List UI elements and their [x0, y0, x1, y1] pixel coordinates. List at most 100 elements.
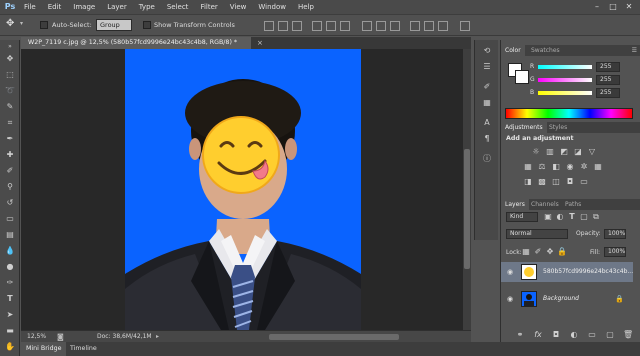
lock-all-icon[interactable]: 🔒: [557, 247, 567, 257]
filter-adjustment-icon[interactable]: ◐: [555, 212, 565, 222]
menu-window[interactable]: Window: [252, 0, 292, 14]
tab-swatches[interactable]: Swatches: [527, 45, 564, 56]
quick-select-tool-icon[interactable]: ✎: [4, 102, 16, 112]
maximize-button[interactable]: □: [606, 1, 620, 12]
menu-help[interactable]: Help: [292, 0, 320, 14]
visibility-eye-icon[interactable]: ◉: [507, 289, 513, 309]
path-selection-tool-icon[interactable]: ➤: [4, 310, 16, 320]
brush-tool-icon[interactable]: ✐: [4, 166, 16, 176]
tab-color[interactable]: Color: [501, 45, 525, 56]
horizontal-scroll-thumb[interactable]: [269, 334, 399, 340]
align-top-icon[interactable]: [264, 21, 274, 31]
marquee-tool-icon[interactable]: ⬚: [4, 70, 16, 80]
tab-layers[interactable]: Layers: [501, 199, 529, 210]
tab-timeline[interactable]: Timeline: [65, 342, 102, 356]
layer-kind-filter[interactable]: Kind: [506, 212, 538, 222]
distribute-right-icon[interactable]: [438, 21, 448, 31]
color-spectrum-bar[interactable]: [505, 108, 633, 119]
blur-tool-icon[interactable]: 💧: [4, 246, 16, 256]
levels-icon[interactable]: ▥: [545, 147, 555, 157]
shape-tool-icon[interactable]: ▬: [4, 326, 16, 336]
menu-select[interactable]: Select: [161, 0, 195, 14]
eyedropper-tool-icon[interactable]: ✒: [4, 134, 16, 144]
lock-position-icon[interactable]: ✥: [545, 247, 555, 257]
brush-presets-icon[interactable]: ▦: [481, 98, 493, 108]
menu-filter[interactable]: Filter: [194, 0, 223, 14]
hue-saturation-icon[interactable]: ▦: [523, 162, 533, 172]
photo-canvas[interactable]: [125, 49, 361, 330]
align-right-icon[interactable]: [340, 21, 350, 31]
pen-tool-icon[interactable]: ✑: [4, 278, 16, 288]
red-value-field[interactable]: 255: [596, 62, 620, 72]
menu-file[interactable]: File: [18, 0, 42, 14]
tab-mini-bridge[interactable]: Mini Bridge: [21, 342, 67, 356]
auto-select-checkbox[interactable]: [40, 21, 48, 29]
red-slider-track[interactable]: [538, 65, 592, 69]
green-value-field[interactable]: 255: [596, 75, 620, 85]
tab-adjustments[interactable]: Adjustments: [501, 122, 547, 133]
filter-type-icon[interactable]: T: [567, 212, 577, 222]
invert-icon[interactable]: ◨: [523, 177, 533, 187]
align-horizontal-center-icon[interactable]: [326, 21, 336, 31]
selective-color-icon[interactable]: ◘: [565, 177, 575, 187]
eraser-tool-icon[interactable]: ▭: [4, 214, 16, 224]
lock-pixels-icon[interactable]: ✐: [533, 247, 543, 257]
move-tool-icon[interactable]: ✥: [4, 54, 16, 64]
vertical-scrollbar[interactable]: [463, 49, 471, 330]
close-document-icon[interactable]: ×: [257, 37, 263, 49]
background-color-swatch[interactable]: [515, 70, 529, 84]
properties-panel-icon[interactable]: ☰: [481, 62, 493, 72]
layer-row-emoji[interactable]: ◉ 580b57fcd9996e24bc43c4b...: [501, 262, 633, 282]
align-left-icon[interactable]: [312, 21, 322, 31]
gradient-tool-icon[interactable]: ▤: [4, 230, 16, 240]
tool-preset-chevron-icon[interactable]: ▾: [20, 20, 23, 27]
type-tool-icon[interactable]: T: [4, 294, 16, 304]
blend-mode-dropdown[interactable]: Normal: [506, 229, 568, 239]
layer-name[interactable]: Background: [543, 289, 579, 309]
align-vertical-center-icon[interactable]: [278, 21, 288, 31]
menu-edit[interactable]: Edit: [42, 0, 68, 14]
distribute-top-icon[interactable]: [362, 21, 372, 31]
blue-slider-track[interactable]: [538, 91, 592, 95]
color-balance-icon[interactable]: ⚖: [537, 162, 547, 172]
fill-field[interactable]: 100%: [604, 247, 626, 257]
new-group-icon[interactable]: ▭: [587, 330, 597, 340]
character-panel-icon[interactable]: A: [481, 118, 493, 128]
new-layer-icon[interactable]: ▢: [605, 330, 615, 340]
blue-value-field[interactable]: 255: [596, 88, 620, 98]
brush-panel-icon[interactable]: ✐: [481, 82, 493, 92]
tab-paths[interactable]: Paths: [561, 199, 585, 210]
visibility-eye-icon[interactable]: ◉: [507, 262, 513, 282]
posterize-icon[interactable]: ▩: [537, 177, 547, 187]
dodge-tool-icon[interactable]: ●: [4, 262, 16, 272]
menu-type[interactable]: Type: [133, 0, 161, 14]
close-window-button[interactable]: ✕: [622, 1, 636, 12]
filter-shape-icon[interactable]: ▢: [579, 212, 589, 222]
exposure-icon[interactable]: ◪: [573, 147, 583, 157]
hand-tool-icon[interactable]: ✋: [4, 342, 16, 352]
filter-smart-object-icon[interactable]: ⧉: [591, 212, 601, 222]
show-transform-checkbox[interactable]: [143, 21, 151, 29]
new-adjustment-layer-icon[interactable]: ◐: [569, 330, 579, 340]
tools-collapse-icon[interactable]: »: [4, 42, 16, 52]
green-slider-track[interactable]: [538, 78, 592, 82]
vertical-scroll-thumb[interactable]: [464, 149, 470, 269]
gradient-map-icon[interactable]: ▭: [579, 177, 589, 187]
canvas-area[interactable]: [21, 49, 463, 330]
move-tool-icon[interactable]: ✥: [6, 18, 14, 29]
delete-layer-icon[interactable]: 🗑: [623, 330, 633, 340]
healing-brush-tool-icon[interactable]: ✚: [4, 150, 16, 160]
channel-mixer-icon[interactable]: ✲: [579, 162, 589, 172]
menu-image[interactable]: Image: [67, 0, 101, 14]
history-brush-tool-icon[interactable]: ↺: [4, 198, 16, 208]
tab-styles[interactable]: Styles: [545, 122, 571, 133]
panel-menu-icon[interactable]: ☰: [632, 45, 637, 56]
color-lookup-icon[interactable]: ▦: [593, 162, 603, 172]
document-tab[interactable]: W2P_7119 c.jpg @ 12,5% (580b57fcd9996e24…: [21, 37, 251, 49]
layer-mask-icon[interactable]: ◘: [551, 330, 561, 340]
link-layers-icon[interactable]: ⚭: [515, 330, 525, 340]
clone-stamp-tool-icon[interactable]: ⚲: [4, 182, 16, 192]
minimize-button[interactable]: –: [590, 1, 604, 12]
distribute-bottom-icon[interactable]: [390, 21, 400, 31]
paragraph-panel-icon[interactable]: ¶: [481, 134, 493, 144]
